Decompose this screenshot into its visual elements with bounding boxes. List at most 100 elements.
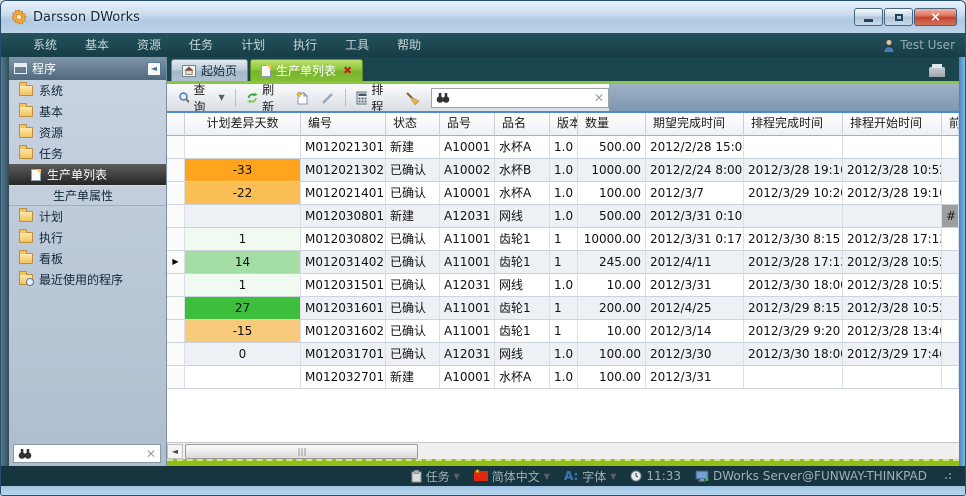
cell-sched_start[interactable]: 2012/3/28 10:52 <box>843 251 942 274</box>
cell-expect[interactable]: 2012/3/31 0:17 <box>646 228 744 251</box>
tasks-dropdown-icon[interactable]: ▼ <box>454 472 460 481</box>
cell-extra[interactable]: # <box>942 205 959 228</box>
cell-item_name[interactable]: 水杯A <box>495 136 550 159</box>
cell-status[interactable]: 新建 <box>386 205 440 228</box>
cell-sched_end[interactable]: 2012/3/28 19:10 <box>744 159 843 182</box>
column-header-code[interactable]: 编号 <box>301 113 386 136</box>
cell-version[interactable]: 1 <box>550 228 578 251</box>
cell-item_name[interactable]: 齿轮1 <box>495 228 550 251</box>
cell-code[interactable]: M012030801 <box>301 205 386 228</box>
table-row[interactable]: ▶14M012031402已确认A11001齿轮11245.002012/4/1… <box>167 251 959 274</box>
cell-status[interactable]: 已确认 <box>386 228 440 251</box>
row-selector[interactable] <box>167 205 185 228</box>
cell-code[interactable]: M012032701 <box>301 366 386 389</box>
toolbar-search-clear-icon[interactable]: ✕ <box>594 92 604 104</box>
row-selector[interactable] <box>167 320 185 343</box>
minimize-button[interactable] <box>854 8 883 26</box>
cell-sched_end[interactable]: 2012/3/29 9:20 <box>744 320 843 343</box>
column-header-status[interactable]: 状态 <box>386 113 440 136</box>
cell-sched_start[interactable]: 2012/3/29 17:46 <box>843 343 942 366</box>
cell-qty[interactable]: 500.00 <box>578 205 646 228</box>
resize-grip[interactable] <box>945 473 951 479</box>
cell-expect[interactable]: 2012/3/31 0:10 <box>646 205 744 228</box>
sidebar-item-basic[interactable]: 基本 <box>9 101 166 122</box>
cell-status[interactable]: 已确认 <box>386 274 440 297</box>
cell-extra[interactable] <box>942 320 959 343</box>
sidebar-collapse-button[interactable]: ◄ <box>147 62 161 76</box>
row-selector[interactable] <box>167 366 185 389</box>
cell-sched_end[interactable]: 2012/3/29 10:20 <box>744 182 843 205</box>
cell-diff[interactable]: 0 <box>185 343 301 366</box>
sidebar-item-production-order-props[interactable]: 生产单属性 <box>9 185 166 206</box>
row-selector-arrow[interactable]: ▶ <box>167 251 185 274</box>
cell-version[interactable]: 1.0 <box>550 182 578 205</box>
cell-item_no[interactable]: A10001 <box>440 182 495 205</box>
cell-sched_end[interactable] <box>744 136 843 159</box>
scroll-left-arrow[interactable]: ◄ <box>167 444 183 459</box>
restore-button[interactable] <box>884 8 913 26</box>
font-dropdown-icon[interactable]: ▼ <box>610 472 616 481</box>
cell-qty[interactable]: 10.00 <box>578 274 646 297</box>
cell-version[interactable]: 1 <box>550 251 578 274</box>
tab-close-icon[interactable]: ✖ <box>343 64 352 77</box>
cell-code[interactable]: M012021301 <box>301 136 386 159</box>
sidebar-item-kanban[interactable]: 看板 <box>9 248 166 269</box>
cell-diff[interactable]: 14 <box>185 251 301 274</box>
menu-item-6[interactable]: 工具 <box>331 33 383 57</box>
row-selector[interactable] <box>167 228 185 251</box>
tab-production-order-list[interactable]: 生产单列表✖ <box>250 59 363 81</box>
tasks-menu[interactable]: 任务 ▼ <box>411 468 460 485</box>
menu-item-2[interactable]: 资源 <box>123 33 175 57</box>
cell-item_no[interactable]: A11001 <box>440 251 495 274</box>
cell-qty[interactable]: 245.00 <box>578 251 646 274</box>
column-header-sched_end[interactable]: 排程完成时间 <box>744 113 843 136</box>
cell-item_name[interactable]: 水杯A <box>495 182 550 205</box>
cell-item_no[interactable]: A10001 <box>440 136 495 159</box>
new-button[interactable] <box>291 89 314 107</box>
cell-expect[interactable]: 2012/3/31 <box>646 274 744 297</box>
column-header-qty[interactable]: 数量 <box>578 113 646 136</box>
sidebar-item-plan[interactable]: 计划 <box>9 206 166 227</box>
cell-sched_end[interactable] <box>744 366 843 389</box>
row-selector[interactable] <box>167 136 185 159</box>
column-header-sched_start[interactable]: 排程开始时间 <box>843 113 942 136</box>
close-button[interactable]: × <box>914 8 957 26</box>
cell-sched_start[interactable]: 2012/3/28 19:10 <box>843 182 942 205</box>
cell-diff[interactable] <box>185 136 301 159</box>
cell-extra[interactable] <box>942 274 959 297</box>
language-dropdown-icon[interactable]: ▼ <box>544 472 550 481</box>
cell-item_no[interactable]: A10002 <box>440 159 495 182</box>
cell-status[interactable]: 新建 <box>386 136 440 159</box>
cell-extra[interactable] <box>942 159 959 182</box>
cell-item_name[interactable]: 水杯A <box>495 366 550 389</box>
cell-status[interactable]: 已确认 <box>386 297 440 320</box>
menu-item-1[interactable]: 基本 <box>71 33 123 57</box>
cell-qty[interactable]: 10.00 <box>578 320 646 343</box>
clean-button[interactable] <box>400 89 425 107</box>
cell-sched_end[interactable]: 2012/3/28 17:13 <box>744 251 843 274</box>
cell-code[interactable]: M012031701 <box>301 343 386 366</box>
column-header-item_no[interactable]: 品号 <box>440 113 495 136</box>
cell-item_no[interactable]: A11001 <box>440 320 495 343</box>
cell-sched_start[interactable]: 2012/3/28 17:13 <box>843 228 942 251</box>
sidebar-search-clear-icon[interactable]: ✕ <box>146 448 156 460</box>
cell-sched_end[interactable]: 2012/3/30 18:00 <box>744 274 843 297</box>
column-header-expect[interactable]: 期望完成时间 <box>646 113 744 136</box>
cell-version[interactable]: 1.0 <box>550 343 578 366</box>
table-row[interactable]: M012030801新建A12031网线1.0500.002012/3/31 0… <box>167 205 959 228</box>
menu-item-5[interactable]: 执行 <box>279 33 331 57</box>
table-row[interactable]: 0M012031701已确认A12031网线1.0100.002012/3/30… <box>167 343 959 366</box>
cell-item_no[interactable]: A11001 <box>440 228 495 251</box>
user-area[interactable]: Test User <box>883 33 955 57</box>
cell-expect[interactable]: 2012/3/7 <box>646 182 744 205</box>
sidebar-item-system[interactable]: 系统 <box>9 80 166 101</box>
column-header-version[interactable]: 版本 <box>550 113 578 136</box>
cell-version[interactable]: 1.0 <box>550 366 578 389</box>
cell-diff[interactable] <box>185 366 301 389</box>
cell-version[interactable]: 1 <box>550 320 578 343</box>
cell-item_name[interactable]: 齿轮1 <box>495 320 550 343</box>
cell-diff[interactable]: -22 <box>185 182 301 205</box>
sidebar-item-execute[interactable]: 执行 <box>9 227 166 248</box>
cell-code[interactable]: M012031602 <box>301 320 386 343</box>
font-menu[interactable]: A: 字体 ▼ <box>564 468 616 485</box>
